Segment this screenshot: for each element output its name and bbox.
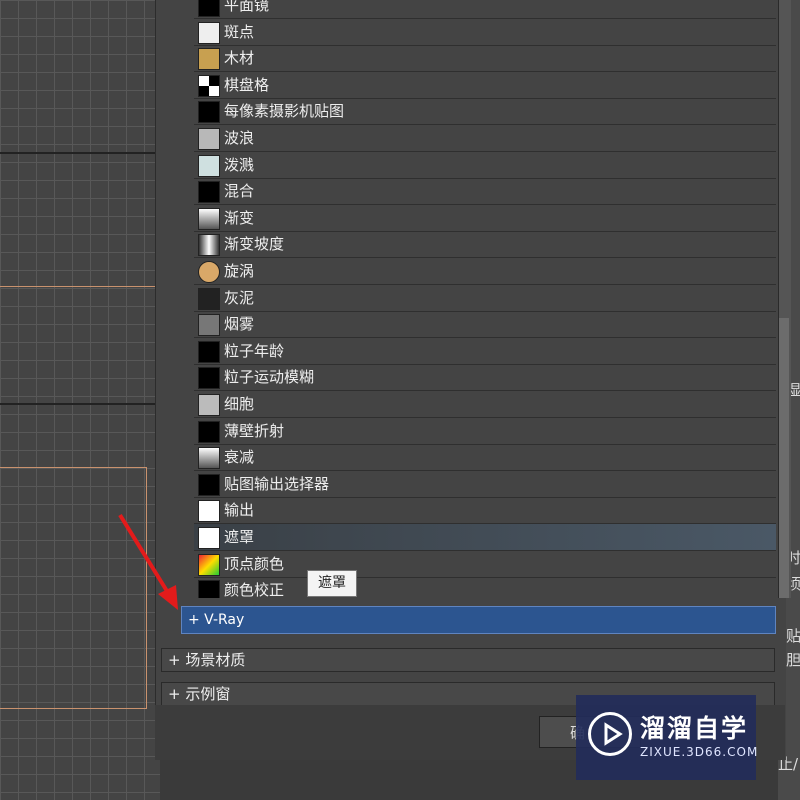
watermark: 溜溜自学 ZIXUE.3D66.COM xyxy=(576,695,759,780)
watermark-url: ZIXUE.3D66.COM xyxy=(640,745,759,759)
red-arrow-icon xyxy=(118,513,178,610)
play-logo-icon xyxy=(588,712,632,756)
watermark-title: 溜溜自学 xyxy=(640,714,749,743)
